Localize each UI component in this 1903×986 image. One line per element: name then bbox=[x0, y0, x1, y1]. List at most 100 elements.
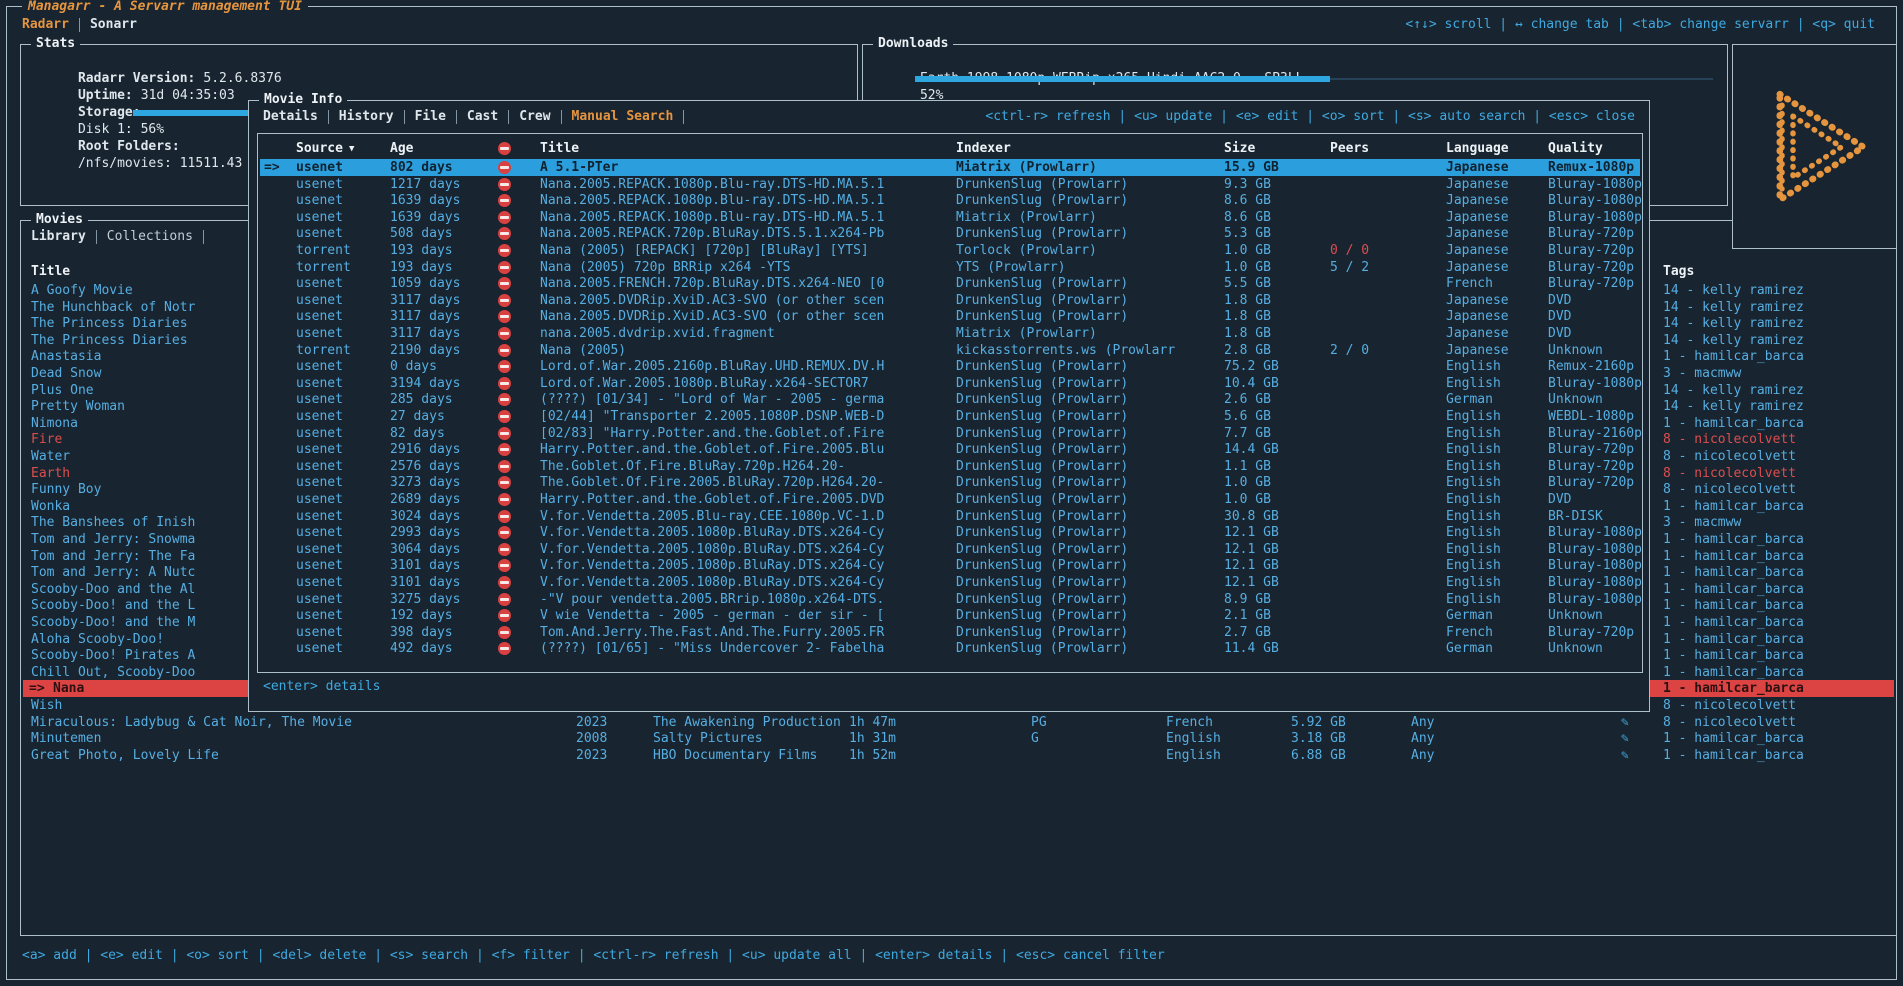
movie-title: The Princess Diaries bbox=[31, 332, 188, 349]
result-source: usenet bbox=[296, 441, 343, 458]
result-language: English bbox=[1446, 574, 1501, 591]
search-result-row[interactable]: usenet 82 days [02/83] "Harry.Potter.and… bbox=[260, 425, 1640, 442]
tab-file[interactable]: File bbox=[415, 109, 446, 124]
result-source: usenet bbox=[296, 275, 343, 292]
top-keybindings-help: <↑↓> scroll | ↔ change tab | <tab> chang… bbox=[1405, 17, 1875, 32]
search-result-row[interactable]: torrent 193 days Nana (2005) [REPACK] [7… bbox=[260, 242, 1640, 259]
result-title: V.for.Vendetta.2005.Blu-ray.CEE.1080p.VC… bbox=[540, 508, 884, 525]
result-quality: DVD bbox=[1548, 491, 1571, 508]
result-source: usenet bbox=[296, 325, 343, 342]
search-result-row[interactable]: usenet 3275 days -"V pour vendetta.2005.… bbox=[260, 591, 1640, 608]
rejection-cell bbox=[498, 557, 514, 574]
tab-crew[interactable]: Crew bbox=[519, 109, 550, 124]
tab-cast[interactable]: Cast bbox=[467, 109, 498, 124]
rejection-icon bbox=[498, 261, 511, 274]
search-result-row[interactable]: usenet 492 days (????) [01/65] - "Miss U… bbox=[260, 640, 1640, 657]
result-peers: 0 / 0 bbox=[1330, 242, 1369, 259]
logo-panel bbox=[1732, 44, 1897, 249]
search-result-row[interactable]: usenet 2916 days Harry.Potter.and.the.Go… bbox=[260, 441, 1640, 458]
search-result-row[interactable]: usenet 3194 days Lord.of.War.2005.1080p.… bbox=[260, 375, 1640, 392]
result-quality: Bluray-1080p bbox=[1548, 574, 1642, 591]
movie-tag: 8 - nicolecolvett bbox=[1663, 697, 1796, 714]
search-results-rows: => usenet 802 days A 5.1-PTer Miatrix (P… bbox=[258, 134, 1642, 672]
search-result-row[interactable]: usenet 2576 days The.Goblet.Of.Fire.BluR… bbox=[260, 458, 1640, 475]
search-result-row[interactable]: => usenet 802 days A 5.1-PTer Miatrix (P… bbox=[260, 159, 1640, 176]
search-result-row[interactable]: usenet 398 days Tom.And.Jerry.The.Fast.A… bbox=[260, 624, 1640, 641]
result-source: usenet bbox=[296, 225, 343, 242]
movie-title: Wish bbox=[31, 697, 62, 714]
result-source: usenet bbox=[296, 557, 343, 574]
result-source: usenet bbox=[296, 391, 343, 408]
rejection-cell bbox=[498, 325, 514, 342]
result-source: usenet bbox=[296, 159, 343, 176]
result-indexer: DrunkenSlug (Prowlarr) bbox=[956, 624, 1128, 641]
rejection-icon bbox=[498, 576, 511, 589]
movie-list-row[interactable]: Minutemen 2008 Salty Pictures 1h 31m G E… bbox=[23, 730, 1894, 747]
search-result-row[interactable]: usenet 27 days [02/44] "Transporter 2.20… bbox=[260, 408, 1640, 425]
result-indexer: DrunkenSlug (Prowlarr) bbox=[956, 541, 1128, 558]
search-result-row[interactable]: usenet 2993 days V.for.Vendetta.2005.108… bbox=[260, 524, 1640, 541]
search-result-row[interactable]: usenet 1639 days Nana.2005.REPACK.1080p.… bbox=[260, 209, 1640, 226]
movie-title: The Banshees of Inish bbox=[31, 514, 195, 531]
search-result-row[interactable]: usenet 285 days (????) [01/34] - "Lord o… bbox=[260, 391, 1640, 408]
result-source: usenet bbox=[296, 541, 343, 558]
search-result-row[interactable]: usenet 508 days Nana.2005.REPACK.720p.Bl… bbox=[260, 225, 1640, 242]
search-result-row[interactable]: usenet 1217 days Nana.2005.REPACK.1080p.… bbox=[260, 176, 1640, 193]
rejection-cell bbox=[498, 192, 514, 209]
search-result-row[interactable]: usenet 3273 days The.Goblet.Of.Fire.2005… bbox=[260, 474, 1640, 491]
result-age: 27 days bbox=[390, 408, 445, 425]
servarr-tab-radarr[interactable]: Radarr bbox=[22, 17, 69, 32]
movie-tag: 14 - kelly ramirez bbox=[1663, 382, 1804, 399]
result-indexer: DrunkenSlug (Prowlarr) bbox=[956, 557, 1128, 574]
result-indexer: Miatrix (Prowlarr) bbox=[956, 209, 1097, 226]
search-result-row[interactable]: usenet 0 days Lord.of.War.2005.2160p.Blu… bbox=[260, 358, 1640, 375]
movie-title: Wonka bbox=[31, 498, 70, 515]
search-result-row[interactable]: usenet 1639 days Nana.2005.REPACK.1080p.… bbox=[260, 192, 1640, 209]
search-result-row[interactable]: usenet 3064 days V.for.Vendetta.2005.108… bbox=[260, 541, 1640, 558]
movie-tag: 14 - kelly ramirez bbox=[1663, 398, 1804, 415]
result-size: 1.8 GB bbox=[1224, 308, 1271, 325]
search-result-row[interactable]: usenet 3024 days V.for.Vendetta.2005.Blu… bbox=[260, 508, 1640, 525]
servarr-tab-sonarr[interactable]: Sonarr bbox=[90, 17, 137, 32]
search-result-row[interactable]: usenet 1059 days Nana.2005.FRENCH.720p.B… bbox=[260, 275, 1640, 292]
movie-list-row[interactable]: Great Photo, Lovely Life 2023 HBO Docume… bbox=[23, 747, 1894, 764]
result-title: nana.2005.dvdrip.xvid.fragment bbox=[540, 325, 775, 342]
search-result-row[interactable]: usenet 3117 days Nana.2005.DVDRip.XviD.A… bbox=[260, 292, 1640, 309]
result-language: Japanese bbox=[1446, 159, 1509, 176]
result-age: 192 days bbox=[390, 607, 453, 624]
tab-history[interactable]: History bbox=[339, 109, 394, 124]
search-result-row[interactable]: torrent 193 days Nana (2005) 720p BRRip … bbox=[260, 259, 1640, 276]
movie-year: 2008 bbox=[576, 730, 607, 747]
rejection-icon bbox=[498, 543, 511, 556]
result-language: Japanese bbox=[1446, 192, 1509, 209]
result-quality: Bluray-1080p bbox=[1548, 209, 1642, 226]
search-result-row[interactable]: usenet 3117 days Nana.2005.DVDRip.XviD.A… bbox=[260, 308, 1640, 325]
movie-title: Dead Snow bbox=[31, 365, 101, 382]
search-result-row[interactable]: usenet 3101 days V.for.Vendetta.2005.108… bbox=[260, 557, 1640, 574]
search-result-row[interactable]: usenet 3117 days nana.2005.dvdrip.xvid.f… bbox=[260, 325, 1640, 342]
rejection-cell bbox=[498, 574, 514, 591]
movie-title: Minutemen bbox=[31, 730, 101, 747]
result-indexer: Torlock (Prowlarr) bbox=[956, 242, 1097, 259]
result-quality: Unknown bbox=[1548, 342, 1603, 359]
search-result-row[interactable]: usenet 192 days V wie Vendetta - 2005 - … bbox=[260, 607, 1640, 624]
search-result-row[interactable]: torrent 2190 days Nana (2005) kickasstor… bbox=[260, 342, 1640, 359]
result-source: usenet bbox=[296, 508, 343, 525]
search-result-row[interactable]: usenet 3101 days V.for.Vendetta.2005.108… bbox=[260, 574, 1640, 591]
movie-list-row[interactable]: Miraculous: Ladybug & Cat Noir, The Movi… bbox=[23, 714, 1894, 731]
result-title: V.for.Vendetta.2005.1080p.BluRay.DTS.x26… bbox=[540, 574, 884, 591]
result-size: 75.2 GB bbox=[1224, 358, 1279, 375]
result-size: 9.3 GB bbox=[1224, 176, 1271, 193]
tab-manual-search[interactable]: Manual Search bbox=[572, 109, 674, 124]
rejection-cell bbox=[498, 358, 514, 375]
tab-details[interactable]: Details bbox=[263, 109, 318, 124]
result-language: English bbox=[1446, 458, 1501, 475]
result-age: 1639 days bbox=[390, 192, 460, 209]
result-title: Nana.2005.REPACK.1080p.Blu-ray.DTS-HD.MA… bbox=[540, 192, 884, 209]
rejection-icon bbox=[498, 526, 511, 539]
rejection-icon bbox=[498, 493, 511, 506]
movie-tag: 3 - macmww bbox=[1663, 365, 1741, 382]
movie-tag: 8 - nicolecolvett bbox=[1663, 714, 1796, 731]
search-result-row[interactable]: usenet 2689 days Harry.Potter.and.the.Go… bbox=[260, 491, 1640, 508]
result-age: 2190 days bbox=[390, 342, 460, 359]
